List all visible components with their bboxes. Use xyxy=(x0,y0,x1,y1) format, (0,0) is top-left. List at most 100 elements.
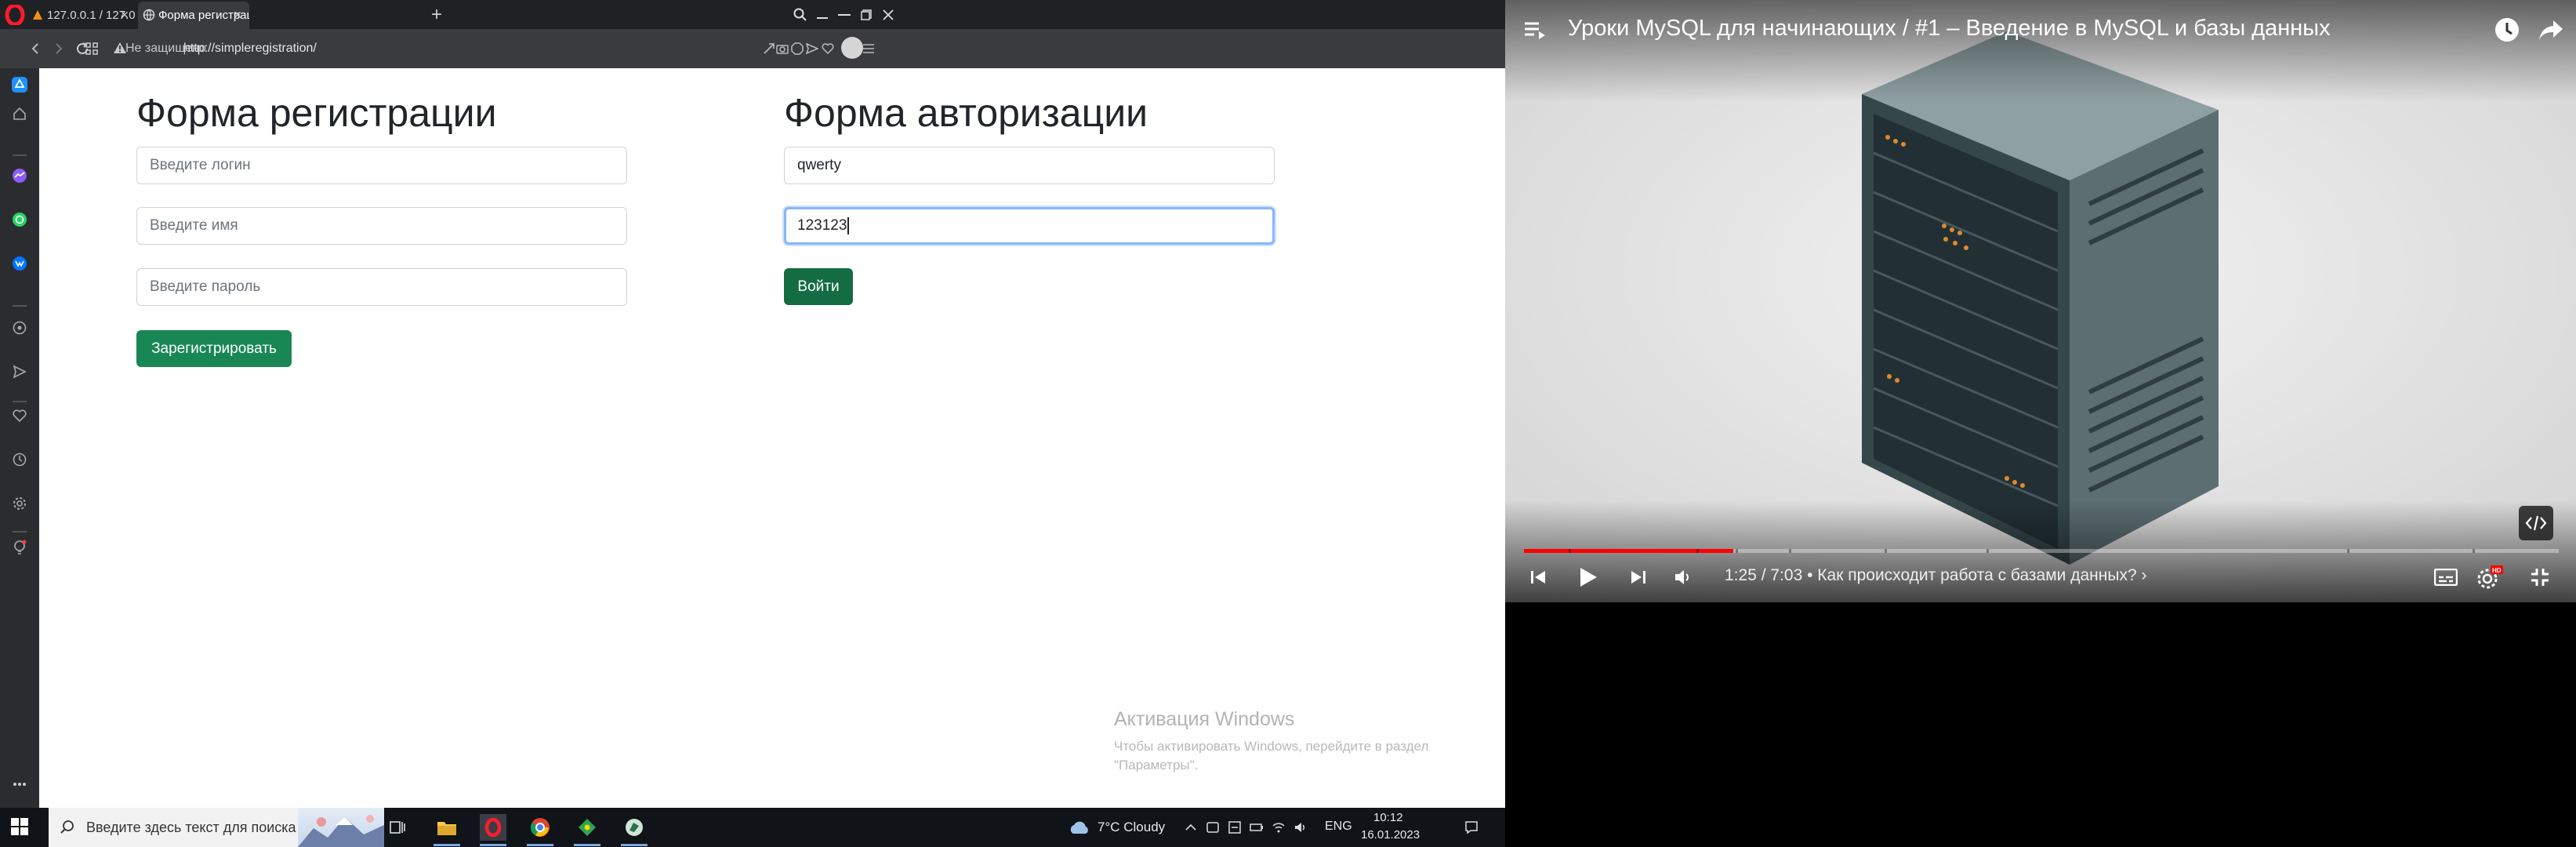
phpmyadmin-favicon-icon xyxy=(33,10,42,20)
search-icon xyxy=(60,820,74,834)
new-tab-button[interactable]: + xyxy=(431,3,442,27)
back-icon[interactable] xyxy=(24,37,47,60)
share-arrow-icon[interactable] xyxy=(2535,14,2567,45)
windows-start-icon[interactable] xyxy=(11,818,28,835)
url-field[interactable]: http://simpleregistration/ xyxy=(183,42,317,56)
history-icon[interactable] xyxy=(9,449,30,470)
home-icon[interactable] xyxy=(9,104,30,124)
tab-registration-form[interactable]: Форма регистрации × xyxy=(138,2,249,29)
easy-setup-icon[interactable] xyxy=(860,40,877,57)
svg-text:HD: HD xyxy=(2492,567,2502,574)
meet-now-icon[interactable] xyxy=(1206,820,1220,834)
sidebar-divider xyxy=(13,531,27,533)
chapter-marker xyxy=(2347,549,2349,553)
python-ide-icon[interactable] xyxy=(621,814,648,841)
opera-sidebar xyxy=(0,68,39,808)
login-button[interactable]: Войти xyxy=(784,268,853,305)
volume-mute-icon[interactable] xyxy=(1668,562,1700,593)
running-indicator xyxy=(621,844,648,846)
tips-bulb-icon[interactable] xyxy=(9,537,30,558)
notification-center-icon[interactable] xyxy=(1464,820,1478,834)
progress-bar[interactable] xyxy=(1524,549,2559,553)
running-indicator xyxy=(527,844,553,846)
tray-app-icon[interactable] xyxy=(1228,820,1242,834)
exit-fullscreen-icon[interactable] xyxy=(2524,562,2556,593)
watch-later-clock-icon[interactable] xyxy=(2491,14,2523,45)
play-icon[interactable] xyxy=(1573,562,1604,593)
whatsapp-icon[interactable] xyxy=(9,209,30,230)
browser-window: 127.0.0.1 / 127.0.0.1 | phpM × Форма рег… xyxy=(0,0,1505,808)
messenger-icon[interactable] xyxy=(9,165,30,186)
opera-logo-icon[interactable] xyxy=(5,5,25,25)
windows-activation-title: Активация Windows xyxy=(1114,708,1295,730)
close-window-icon[interactable] xyxy=(870,0,906,29)
address-bar: Не защищено http://simpleregistration/ xyxy=(0,29,1505,68)
taskbar-search-box[interactable]: Введите здесь текст для поиска xyxy=(49,808,384,847)
language-indicator[interactable]: ENG xyxy=(1325,820,1352,834)
bookmark-heart-icon[interactable] xyxy=(819,40,836,57)
battery-icon[interactable] xyxy=(1250,820,1264,834)
registration-login-input[interactable]: Введите логин xyxy=(136,147,627,184)
wifi-icon[interactable] xyxy=(1272,820,1286,834)
progress-played xyxy=(1524,549,1733,553)
file-explorer-icon[interactable] xyxy=(434,814,460,841)
task-view-icon[interactable] xyxy=(384,814,411,841)
title-bar: 127.0.0.1 / 127.0.0.1 | phpM × Форма рег… xyxy=(0,0,1505,29)
playlist-icon[interactable] xyxy=(1519,14,1551,45)
running-indicator xyxy=(480,844,506,846)
login-password-input[interactable]: 123123 xyxy=(784,207,1275,245)
search-highlight-art xyxy=(298,808,384,847)
sidebar-divider xyxy=(13,154,27,156)
empty-black-area xyxy=(1505,602,2576,847)
video-title[interactable]: Уроки MySQL для начинающих / #1 – Введен… xyxy=(1568,16,2331,42)
chapter-marker xyxy=(2473,549,2475,553)
video-time-display: 1:25 / 7:03 • Как происходит работа с ба… xyxy=(1725,566,2146,585)
chapter-marker xyxy=(1986,549,1989,553)
clock-date[interactable]: 16.01.2023 xyxy=(1361,828,1420,842)
registration-name-input[interactable]: Введите имя xyxy=(136,207,627,245)
chapter-marker xyxy=(1569,549,1571,553)
youtube-player[interactable]: Уроки MySQL для начинающих / #1 – Введен… xyxy=(1505,0,2576,602)
vk-icon[interactable] xyxy=(9,253,30,274)
next-icon[interactable] xyxy=(1623,562,1654,593)
chevron-up-icon[interactable] xyxy=(1184,820,1198,834)
tab-phpmyadmin[interactable]: 127.0.0.1 / 127.0.0.1 | phpM × xyxy=(27,2,136,29)
volume-icon[interactable] xyxy=(1293,820,1308,834)
web-page: Форма регистрации Введите логин Введите … xyxy=(39,68,1505,808)
embed-code-button[interactable] xyxy=(2519,506,2553,540)
video-time: 1:25 / 7:03 xyxy=(1725,566,1803,584)
registration-title: Форма регистрации xyxy=(136,91,497,135)
chapter-marker xyxy=(1696,549,1699,553)
text-caret xyxy=(847,216,850,234)
windows-taskbar: Введите здесь текст для поиска 7°C Cloud… xyxy=(0,808,1505,847)
settings-gear-icon[interactable] xyxy=(9,493,30,514)
chapter-marker xyxy=(1789,549,1791,553)
register-button[interactable]: Зарегистрировать xyxy=(136,330,292,367)
opera-taskbar-icon[interactable] xyxy=(480,814,506,841)
send-sidebar-icon[interactable] xyxy=(9,362,30,382)
settings-hd-icon[interactable]: HD xyxy=(2474,562,2505,593)
chapter-marker xyxy=(1736,549,1738,553)
chapter-title[interactable]: • Как происходит работа с базами данных?… xyxy=(1807,566,2146,584)
speed-dial-icon[interactable] xyxy=(80,37,103,60)
tab-close-icon[interactable]: × xyxy=(230,2,245,29)
git-app-icon[interactable] xyxy=(574,814,600,841)
player-icon[interactable] xyxy=(9,318,30,338)
forward-icon[interactable] xyxy=(47,37,71,60)
chrome-icon[interactable] xyxy=(527,814,553,841)
tab-close-icon[interactable]: × xyxy=(118,2,132,29)
more-icon[interactable] xyxy=(9,774,30,794)
previous-icon[interactable] xyxy=(1522,562,1554,593)
subtitles-icon[interactable] xyxy=(2430,562,2462,593)
windows-activation-text: Чтобы активировать Windows, перейдите в … xyxy=(1114,739,1429,772)
login-username-input[interactable]: qwerty xyxy=(784,147,1275,184)
send-icon[interactable] xyxy=(804,40,821,57)
aria-icon[interactable] xyxy=(9,75,30,95)
bookmarks-heart-icon[interactable] xyxy=(9,405,30,426)
globe-icon xyxy=(143,9,155,21)
weather-text[interactable]: 7°C Cloudy xyxy=(1098,820,1165,835)
registration-password-input[interactable]: Введите пароль xyxy=(136,268,627,306)
clock-time[interactable]: 10:12 xyxy=(1373,811,1403,824)
login-password-value: 123123 xyxy=(797,217,847,234)
cloud-weather-icon[interactable] xyxy=(1067,820,1090,835)
